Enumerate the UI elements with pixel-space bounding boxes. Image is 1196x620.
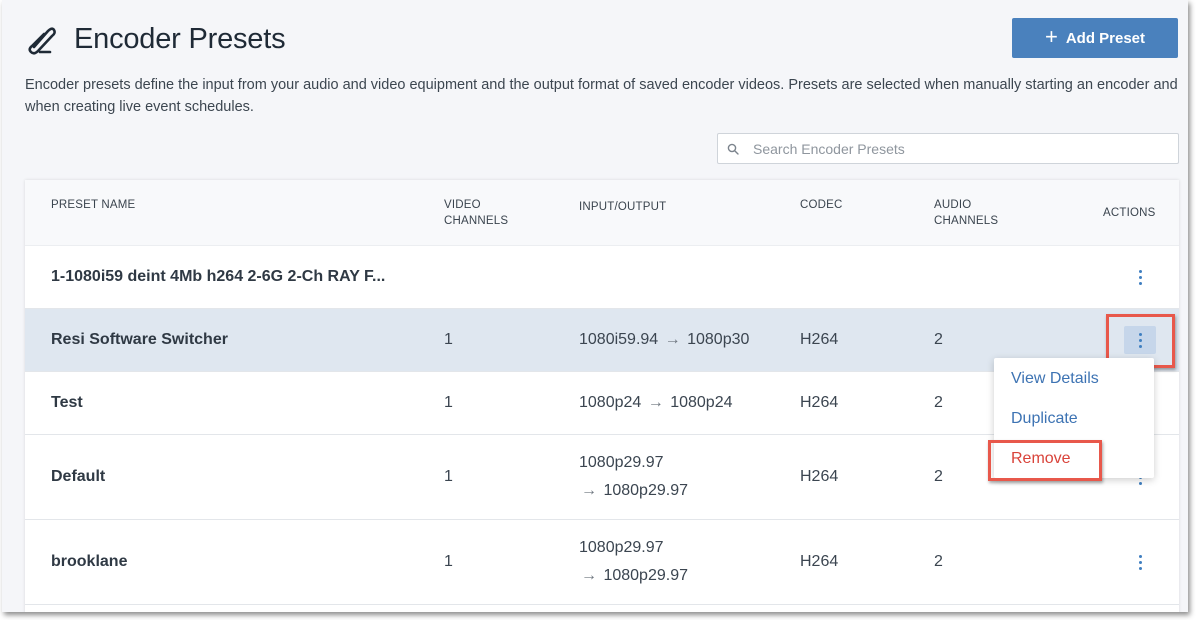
input-format: 1080i59.94 — [579, 331, 659, 348]
search-box[interactable] — [717, 133, 1179, 164]
output-format: 1080p30 — [687, 331, 750, 348]
output-format: 1080p24 — [670, 394, 733, 411]
audio-channels: 2 — [934, 394, 943, 411]
column-header-actions: ACTIONS — [1103, 207, 1156, 219]
video-channels: 1 — [444, 468, 453, 485]
menu-item-view-details[interactable]: View Details — [1011, 370, 1099, 388]
preset-name: 1-1080i59 deint 4Mb h264 2-6G 2-Ch RAY F… — [51, 268, 386, 285]
output-line: → 1080p29.97 — [579, 477, 688, 505]
output-format: 1080p29.97 — [603, 567, 688, 584]
table-row[interactable]: brooklane 1 1080p29.97 → 1080p29.97 H264… — [25, 520, 1179, 605]
column-header-video-line2: CHANNELS — [444, 215, 509, 227]
page-description: Encoder presets define the input from yo… — [25, 77, 1178, 115]
video-channels: 1 — [444, 331, 453, 348]
preset-name: Resi Software Switcher — [51, 331, 228, 348]
input-output: 1080p29.97 → 1080p29.97 — [579, 449, 688, 505]
preset-name: Test — [51, 394, 83, 411]
input-output: 1080p29.97 → 1080p29.97 — [579, 534, 688, 590]
video-channels: 1 — [444, 394, 453, 411]
page-title: Encoder Presets — [74, 22, 286, 55]
search-input[interactable] — [751, 139, 1178, 158]
add-preset-label: Add Preset — [1065, 29, 1146, 47]
arrow-right-icon: → — [664, 331, 681, 348]
audio-channels: 2 — [934, 553, 943, 570]
output-format: 1080p29.97 — [603, 482, 688, 499]
encoder-presets-page: Encoder Presets + Add Preset Encoder pre… — [2, 0, 1188, 612]
arrow-right-icon: → — [647, 394, 664, 411]
column-header-video-channels: VIDEO CHANNELS — [444, 197, 508, 229]
table-header: PRESET NAME VIDEO CHANNELS INPUT/OUTPUT … — [25, 180, 1179, 246]
kebab-menu-icon — [1138, 554, 1142, 570]
column-header-input-output: INPUT/OUTPUT — [579, 201, 667, 213]
codec: H264 — [800, 468, 839, 485]
column-header-codec: CODEC — [800, 199, 843, 211]
input-output: 1080p24 → 1080p24 — [579, 394, 733, 412]
table-row[interactable]: 1-1080i59 deint 4Mb h264 2-6G 2-Ch RAY F… — [25, 246, 1179, 309]
input-format: 1080p29.97 — [579, 539, 664, 556]
pen-scribble-icon — [28, 27, 56, 55]
input-output: 1080i59.94 → 1080p30 — [579, 331, 749, 349]
column-header-audio-line1: AUDIO — [934, 199, 972, 211]
menu-item-remove[interactable]: Remove — [1011, 450, 1071, 468]
row-actions-button[interactable] — [1124, 326, 1156, 354]
preset-name: Default — [51, 468, 106, 485]
plus-icon: + — [1044, 24, 1058, 49]
arrow-right-icon: → — [581, 482, 597, 499]
input-format: 1080p24 — [579, 394, 642, 411]
input-format: 1080p29.97 — [579, 454, 664, 471]
column-header-preset-name: PRESET NAME — [51, 199, 136, 211]
row-actions-menu: View Details Duplicate Remove — [994, 358, 1154, 478]
codec: H264 — [800, 394, 839, 411]
search-icon — [727, 143, 739, 155]
kebab-menu-icon — [1138, 332, 1142, 348]
preset-name: brooklane — [51, 553, 128, 570]
page-header: Encoder Presets — [26, 18, 286, 60]
audio-channels: 2 — [934, 468, 943, 485]
kebab-menu-icon — [1138, 269, 1142, 285]
codec: H264 — [800, 331, 839, 348]
audio-channels: 2 — [934, 331, 943, 348]
column-header-video-line1: VIDEO — [444, 199, 481, 211]
video-channels: 1 — [444, 553, 453, 570]
row-actions-button[interactable] — [1124, 263, 1156, 291]
column-header-audio-channels: AUDIO CHANNELS — [934, 197, 998, 229]
output-line: → 1080p29.97 — [579, 562, 688, 590]
column-header-audio-line2: CHANNELS — [934, 215, 999, 227]
arrow-right-icon: → — [581, 567, 597, 584]
codec: H264 — [800, 553, 839, 570]
add-preset-button[interactable]: + Add Preset — [1012, 18, 1178, 58]
row-actions-button[interactable] — [1124, 548, 1156, 576]
menu-item-duplicate[interactable]: Duplicate — [1011, 410, 1078, 428]
